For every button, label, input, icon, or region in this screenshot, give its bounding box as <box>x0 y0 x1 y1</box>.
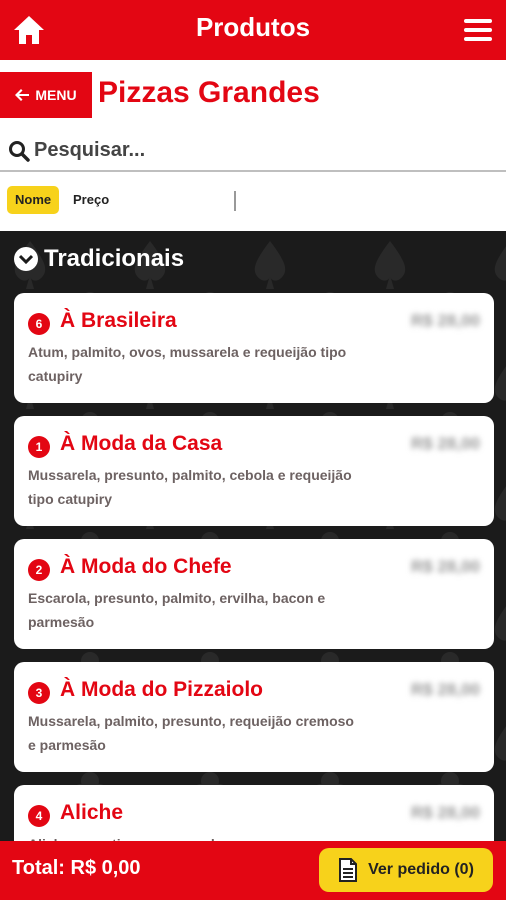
product-name: À Moda do Pizzaiolo <box>60 678 263 701</box>
view-order-label: Ver pedido (0) <box>368 861 474 878</box>
search-bar <box>0 130 506 172</box>
product-number-badge: 4 <box>28 805 50 827</box>
product-price: R$ 28,00 <box>411 311 480 330</box>
product-name: À Brasileira <box>60 309 177 332</box>
product-price: R$ 28,00 <box>411 557 480 576</box>
hamburger-icon[interactable] <box>464 19 492 41</box>
bottom-bar: Total: R$ 0,00 Ver pedido (0) <box>0 841 506 900</box>
product-price: R$ 28,00 <box>411 803 480 822</box>
document-icon <box>339 858 358 882</box>
section-header[interactable]: Tradicionais <box>14 245 184 273</box>
menu-button-label: MENU <box>35 87 77 103</box>
search-icon <box>9 141 30 162</box>
product-card[interactable]: 6 À Brasileira R$ 28,00 Atum, palmito, o… <box>14 293 494 403</box>
order-total: Total: R$ 0,00 <box>12 857 141 879</box>
product-card[interactable]: 4 Aliche R$ 28,00 Aliche argentino e mus… <box>14 785 494 841</box>
product-name: À Moda da Casa <box>60 432 223 455</box>
product-price: R$ 28,00 <box>411 680 480 699</box>
search-input[interactable] <box>34 134 494 166</box>
product-list[interactable]: Tradicionais 6 À Brasileira R$ 28,00 Atu… <box>0 231 506 841</box>
product-card[interactable]: 1 À Moda da Casa R$ 28,00 Mussarela, pre… <box>14 416 494 526</box>
back-to-menu-button[interactable]: MENU <box>0 72 92 118</box>
product-description: Mussarela, presunto, palmito, cebola e r… <box>28 467 352 507</box>
view-order-button[interactable]: Ver pedido (0) <box>319 848 493 892</box>
category-header: MENU Pizzas Grandes <box>0 60 506 130</box>
product-description: Escarola, presunto, palmito, ervilha, ba… <box>28 590 326 630</box>
product-number-badge: 1 <box>28 436 50 458</box>
product-name: À Moda do Chefe <box>60 555 232 578</box>
category-title: Pizzas Grandes <box>98 76 320 109</box>
product-card[interactable]: 2 À Moda do Chefe R$ 28,00 Escarola, pre… <box>14 539 494 649</box>
page-title: Produtos <box>195 12 311 42</box>
chevron-down-icon <box>14 247 38 271</box>
section-title: Tradicionais <box>44 245 185 272</box>
product-number-badge: 3 <box>28 682 50 704</box>
product-description: Aliche argentino e mussarela <box>28 832 358 841</box>
sort-bar: Nome Preço <box>0 172 506 230</box>
product-number-badge: 2 <box>28 559 50 581</box>
arrow-left-icon <box>15 89 30 101</box>
product-number-badge: 6 <box>28 313 50 335</box>
product-price: R$ 28,00 <box>411 434 480 453</box>
product-description: Mussarela, palmito, presunto, requeijão … <box>28 713 354 753</box>
sort-by-price-button[interactable]: Preço <box>73 186 109 214</box>
product-name: Aliche <box>60 801 124 824</box>
divider <box>234 191 236 211</box>
product-description: Atum, palmito, ovos, mussarela e requeij… <box>28 344 347 384</box>
top-bar: Produtos <box>0 0 506 60</box>
sort-by-name-button[interactable]: Nome <box>7 186 60 214</box>
product-card[interactable]: 3 À Moda do Pizzaiolo R$ 28,00 Mussarela… <box>14 662 494 772</box>
